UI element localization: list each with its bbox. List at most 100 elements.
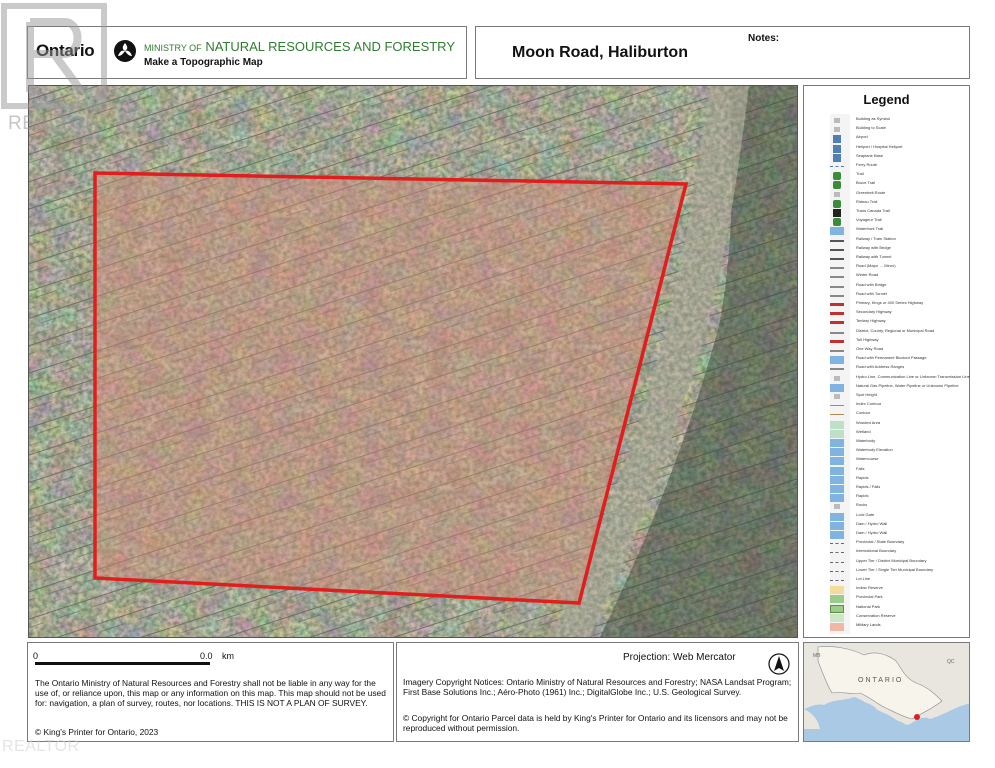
legend-item-label: Natural Gas Pipeline, Water Pipeline or … [856,382,959,388]
legend-item-label: Seaplane Base [856,152,884,158]
legend-symbol-icon [830,512,844,521]
legend-symbol-icon [833,199,841,208]
legend-symbol-icon [830,543,844,545]
legend-item-label: One Way Road [856,346,884,351]
projection-label: Projection: Web Mercator [623,652,736,663]
legend-symbol-icon [830,294,844,298]
legend-symbol-icon [833,153,841,162]
legend-item-label: Greenbelt Route [856,189,886,195]
legend-item-label: Wetland [856,428,871,434]
legend-symbol-icon [830,321,844,325]
legend-item-label: Watercourse [856,456,879,462]
legend-item-label: Provincial / State Boundary [856,539,905,545]
legend-symbol-icon [833,181,841,190]
legend-symbol-icon [830,595,844,604]
legend-symbol-icon [830,521,844,530]
legend-item-label: Contour [856,410,871,416]
trillium-icon [114,40,136,62]
scale-bar [35,662,210,665]
legend-item-label: Voyageur Trail [856,217,882,223]
legend-symbol-icon [830,339,844,343]
legend-item-label: International Boundary [856,548,897,554]
legend-symbol-icon [830,258,844,261]
legend-symbol-icon [833,135,841,144]
legend-symbol-icon [830,485,844,493]
map-title: Moon Road, Haliburton [512,44,688,61]
scale-start-label: 0 [33,651,39,661]
legend-item-label: Waterbody [856,438,876,443]
legend-item-label: Building to Scale [856,125,886,131]
map-frame: Ontario MINISTRY OF NATURAL RESOURCES AN… [0,0,995,768]
legend-symbol-icon [830,475,844,484]
legend-item-label: Trans Canada Trail [856,208,890,213]
legend-item-label: Lot Line [856,576,871,581]
inset-west-label: MB [813,653,821,659]
legend-symbol-icon [830,604,844,613]
ministry-title: NATURAL RESOURCES AND FORESTRY [205,39,456,54]
scale-unit-label: km [222,651,234,661]
legend-item-label: Rapids / Falls [856,484,881,489]
legend-symbol-icon [830,414,844,416]
inset-province-label: ONTARIO [858,677,904,684]
legend-symbol-icon [830,457,844,466]
inset-location-marker [914,714,920,720]
legend-symbol-icon [830,312,844,316]
legend-symbol-icon [830,405,844,407]
legend-symbol-icon [830,580,844,582]
legend-symbol-icon [833,218,841,227]
legend-item-label: Road (Major → Minor) [856,263,896,269]
legend-item-label: Heliport / Hospital Heliport [856,143,903,149]
legend-symbol-icon [833,209,841,217]
legend-item-label: Primary, Kings or 400 Series Highway [856,300,924,305]
legend-symbol-icon [834,127,840,133]
legend-item-label: Lock Gate [856,511,875,517]
inset-map-graphic [804,643,969,741]
legend-title: Legend [863,92,910,107]
legend-item-label: Dam / Hydro Wall [856,520,888,526]
legend-symbol-icon [830,439,844,447]
legend-symbol-icon [833,144,841,153]
legend-symbol-icon [830,166,844,168]
legend-item-label: Conservation Reserve [856,612,896,618]
aerial-map[interactable] [28,85,798,638]
legend-symbol-icon [834,504,840,510]
footer-credits-panel: Projection: Web Mercator Imagery Copyrig… [396,642,799,742]
legend-item-label: Railway / Train Station [856,235,896,241]
legend-symbol-icon [830,623,844,631]
legend-item-label: Rideau Trail [856,198,878,204]
legend-item-label: Toll Highway [856,336,879,342]
north-arrow-icon [768,653,790,675]
disclaimer-text: The Ontario Ministry of Natural Resource… [35,678,386,708]
scale-end-label: 0.0 [200,651,213,661]
legend-symbol-icon [834,394,840,399]
legend-symbol-icon [830,613,844,622]
legend-symbol-icon [830,331,844,335]
legend-item-label: Airport [856,134,868,140]
title-header: Moon Road, Haliburton Notes: [475,26,970,79]
legend-item-label: Waterfront Trail [856,226,884,232]
legend-item-label: Winter Road [856,272,879,278]
legend-symbol-icon [830,356,844,365]
legend-item-label: Military Lands [856,622,881,627]
legend-item-label: Indian Reserve [856,585,883,591]
legend-symbol-icon [830,466,844,475]
kings-printer-copyright: © King's Printer for Ontario, 2023 [35,727,159,737]
legend-item-label: Rocks [856,502,868,508]
parcel-copyright: © Copyright for Ontario Parcel data is h… [403,713,788,733]
legend-item-label: Road with Bridge [856,281,887,287]
legend-item-label: Tertiary Highway [856,318,886,324]
legend-item-label: Falls [856,465,865,471]
header-subtitle: Make a Topographic Map [144,57,263,68]
legend-symbol-icon [834,375,840,381]
legend-item-label: Spot Height [856,392,877,397]
legend-item-label: Wooded Area [856,419,881,425]
legend-symbol-icon [830,267,844,270]
legend-symbol-icon [834,118,840,123]
location-inset-map: MB ONTARIO QC [803,642,970,742]
legend-item-label: Railway with Tunnel [856,254,892,259]
legend-symbol-icon [830,552,844,554]
legend-item-label: Road with Tunnel [856,290,887,296]
ontario-logo-text: Ontario [36,41,95,60]
legend-item-label: Bruce Trail [856,180,876,186]
legend-symbol-icon [830,350,844,353]
